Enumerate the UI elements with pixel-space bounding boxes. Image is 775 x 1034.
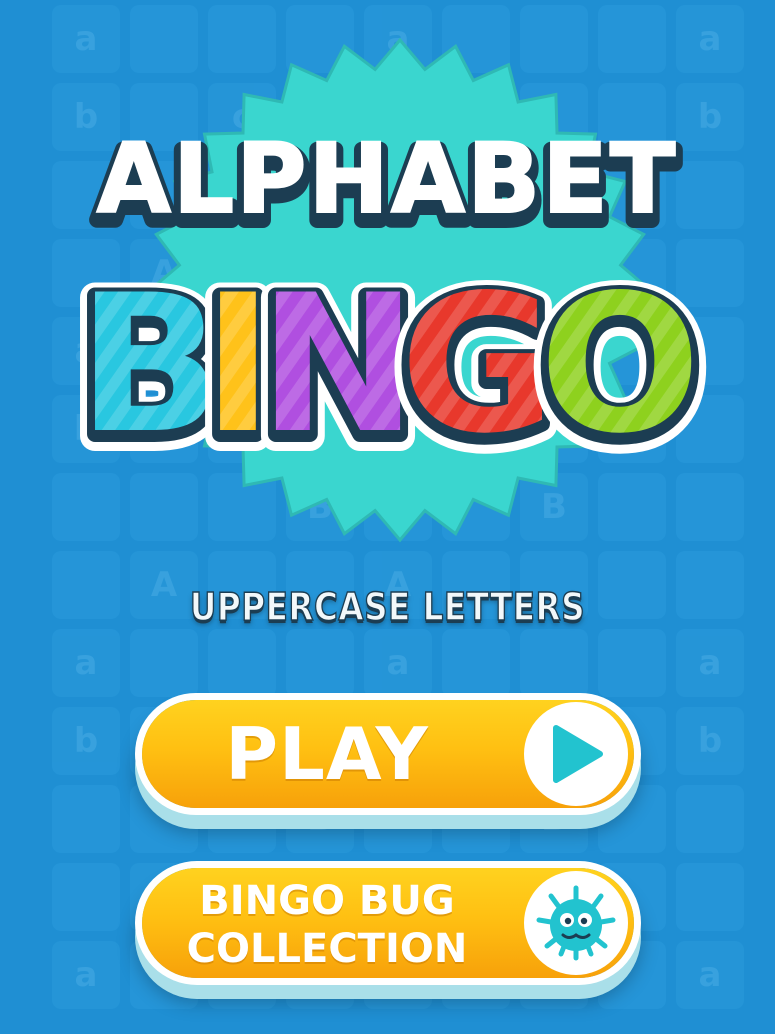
background-tile: [208, 629, 276, 697]
play-button[interactable]: PLAY: [142, 700, 634, 808]
logo-letter-stripes: N: [258, 254, 417, 475]
background-tile: [52, 863, 120, 931]
bingo-bug-collection-button[interactable]: BINGO BUG COLLECTION: [142, 868, 634, 978]
mode-subtitle: UPPERCASE LETTERS: [189, 584, 586, 630]
bug-icon-circle: [524, 871, 628, 975]
background-tile: [130, 629, 198, 697]
background-tile: b: [52, 707, 120, 775]
background-tile: [676, 785, 744, 853]
background-tile: [598, 629, 666, 697]
play-icon-circle: [524, 702, 628, 806]
logo-letter-stripes: G: [400, 254, 556, 475]
background-tile: [286, 629, 354, 697]
game-logo: ALPHABET ALPHABET BBBBIIIINNNNGGGGOOOO: [63, 37, 716, 543]
bug-collection-label: BINGO BUG COLLECTION: [142, 868, 512, 980]
bingo-bug-icon: [536, 885, 616, 961]
background-tile: b: [676, 707, 744, 775]
background-tile: a: [364, 629, 432, 697]
logo-letter-stripes: O: [539, 254, 701, 475]
logo-word-alphabet: ALPHABET: [97, 123, 678, 235]
background-tile: a: [676, 941, 744, 1009]
logo-letter-stripes: B: [78, 254, 223, 475]
background-tile: a: [52, 941, 120, 1009]
background-tile: [52, 785, 120, 853]
background-tile: [442, 629, 510, 697]
bug-collection-line1: BINGO BUG: [199, 878, 455, 924]
play-button-label: PLAY: [225, 712, 429, 796]
background-tile: a: [676, 629, 744, 697]
background-tile: [676, 863, 744, 931]
logo-word-bingo: BBBBIIIINNNNGGGGOOOO: [63, 245, 716, 496]
background-tile: a: [52, 629, 120, 697]
background-tile: [520, 629, 588, 697]
play-triangle-icon: [553, 725, 603, 783]
bug-collection-line2: COLLECTION: [186, 926, 468, 972]
